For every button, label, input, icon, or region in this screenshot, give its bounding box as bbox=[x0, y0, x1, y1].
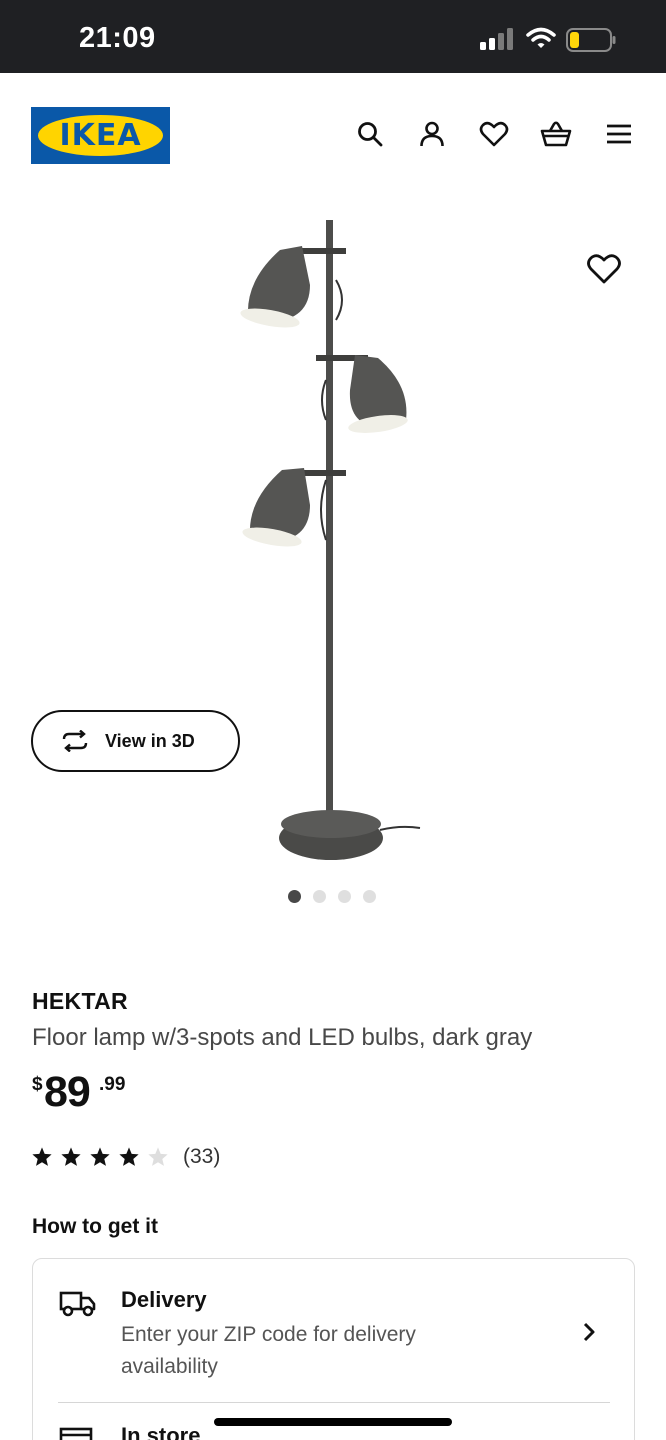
delivery-title: Delivery bbox=[121, 1287, 207, 1312]
gallery-dot[interactable] bbox=[363, 890, 376, 903]
site-header: IKEA bbox=[0, 73, 666, 198]
view-in-3d-button[interactable]: View in 3D bbox=[31, 710, 240, 772]
rating-count: (33) bbox=[183, 1145, 221, 1168]
wifi-icon bbox=[526, 27, 556, 48]
gallery-dot[interactable] bbox=[313, 890, 326, 903]
status-time: 21:09 bbox=[79, 22, 156, 54]
delivery-option[interactable]: Delivery Enter your ZIP code for deliver… bbox=[33, 1259, 634, 1402]
product-name: HEKTAR bbox=[32, 988, 128, 1014]
fulfillment-card: Delivery Enter your ZIP code for deliver… bbox=[32, 1258, 635, 1440]
product-rating[interactable]: (33) bbox=[31, 1145, 220, 1169]
heart-icon bbox=[479, 121, 509, 147]
menu-icon bbox=[607, 124, 631, 144]
price-decimal: .99 bbox=[99, 1074, 126, 1095]
status-bar: 21:09 bbox=[0, 0, 666, 73]
gallery-dot[interactable] bbox=[338, 890, 351, 903]
add-to-favourites-icon[interactable] bbox=[586, 252, 622, 286]
divider bbox=[58, 1402, 610, 1403]
delivery-truck-icon bbox=[59, 1291, 96, 1317]
star-filled-icon bbox=[32, 1147, 52, 1166]
product-description: Floor lamp w/3-spots and LED bulbs, dark… bbox=[32, 1024, 533, 1051]
menu-button[interactable] bbox=[602, 117, 636, 151]
favourites-button[interactable] bbox=[477, 117, 511, 151]
rotate-3d-icon bbox=[62, 730, 88, 752]
cellular-signal-icon bbox=[480, 28, 513, 50]
cart-icon bbox=[540, 121, 572, 147]
cart-button[interactable] bbox=[539, 117, 573, 151]
how-to-get-it-heading: How to get it bbox=[32, 1215, 158, 1238]
store-icon bbox=[59, 1427, 93, 1440]
delivery-subtitle: Enter your ZIP code for delivery availab… bbox=[121, 1323, 416, 1378]
chevron-right-icon bbox=[583, 1322, 595, 1342]
account-icon bbox=[420, 121, 444, 147]
in-store-title[interactable]: In store bbox=[121, 1423, 200, 1440]
gallery-pagination bbox=[288, 890, 376, 903]
home-indicator[interactable] bbox=[214, 1418, 452, 1426]
account-button[interactable] bbox=[415, 117, 449, 151]
gallery-dot[interactable] bbox=[288, 890, 301, 903]
search-button[interactable] bbox=[353, 117, 387, 151]
view-in-3d-label: View in 3D bbox=[105, 730, 195, 751]
battery-icon bbox=[566, 28, 616, 52]
product-gallery[interactable]: View in 3D bbox=[0, 198, 666, 918]
star-filled-icon bbox=[119, 1147, 139, 1166]
price-integer: 89 bbox=[44, 1068, 91, 1116]
ikea-logo[interactable]: IKEA bbox=[31, 107, 170, 164]
product-image bbox=[240, 220, 421, 860]
search-icon bbox=[358, 122, 383, 147]
star-filled-icon bbox=[61, 1147, 81, 1166]
logo-text: IKEA bbox=[59, 118, 142, 153]
star-empty-icon bbox=[148, 1147, 168, 1166]
price-currency: $ bbox=[32, 1074, 43, 1095]
star-filled-icon bbox=[90, 1147, 110, 1166]
